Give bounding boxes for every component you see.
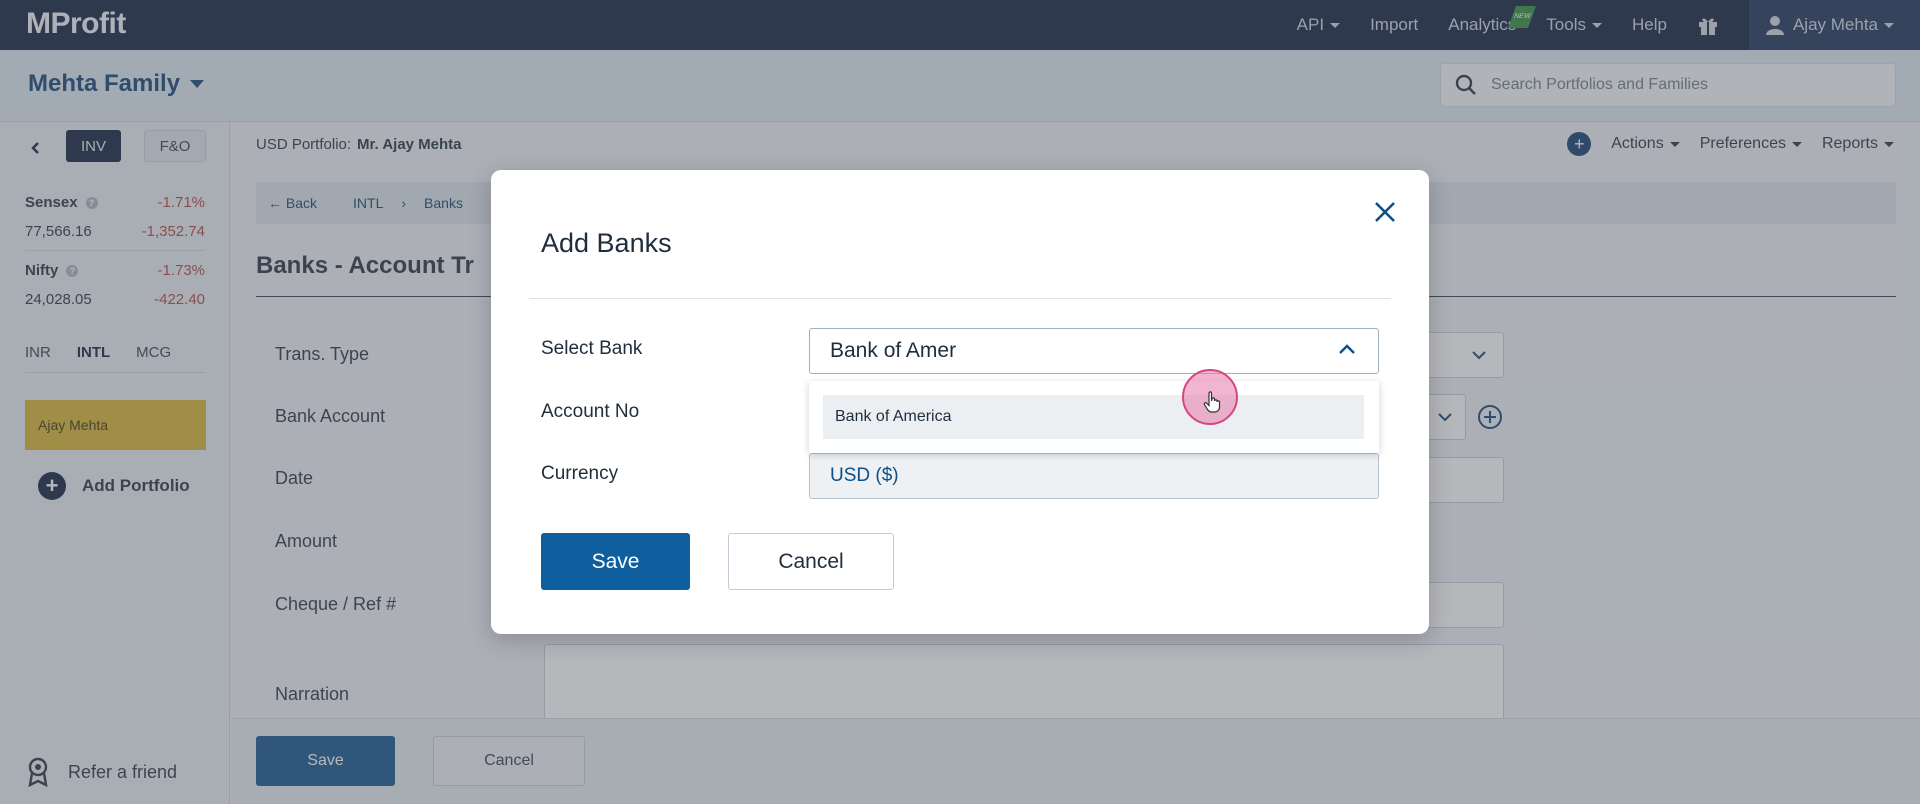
divider [529, 298, 1391, 299]
select-bank-value: Bank of Amer [830, 339, 957, 362]
dropdown-option-bank-of-america[interactable]: Bank of America [823, 395, 1364, 439]
bank-dropdown-list: Bank of America [809, 381, 1379, 453]
label-account-no: Account No [541, 401, 640, 422]
currency-value: USD ($) [830, 465, 899, 486]
save-button[interactable]: Save [541, 533, 690, 590]
modal-title: Add Banks [541, 228, 672, 258]
select-bank-input[interactable]: Bank of Amer [809, 328, 1379, 374]
label-currency: Currency [541, 463, 619, 484]
hand-pointer-icon [1203, 391, 1221, 413]
currency-field[interactable]: USD ($) [809, 453, 1379, 499]
cancel-button[interactable]: Cancel [728, 533, 894, 590]
close-icon[interactable] [1369, 196, 1401, 228]
label-select-bank: Select Bank [541, 338, 643, 359]
add-banks-modal: Add Banks Select Bank Account No Currenc… [491, 170, 1429, 634]
chevron-up-icon[interactable] [1338, 343, 1356, 355]
